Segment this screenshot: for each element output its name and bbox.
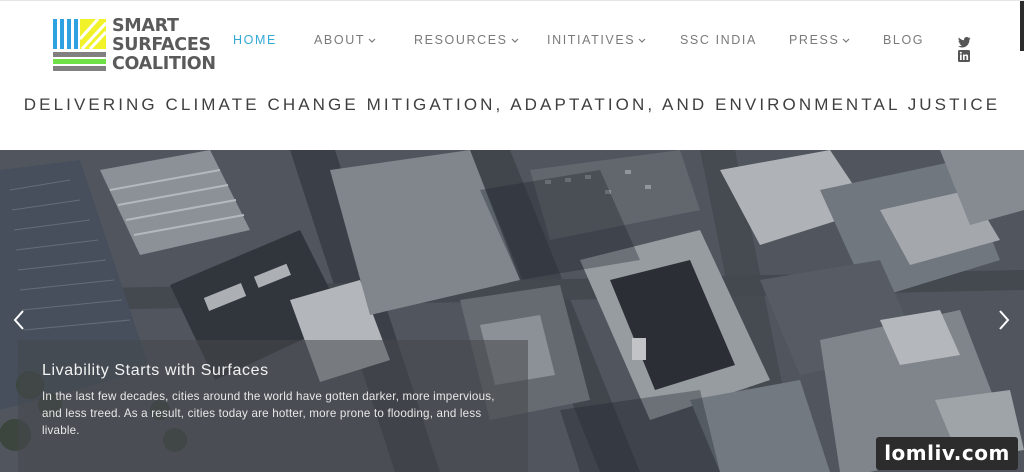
window-edge-strip (1020, 1, 1024, 51)
chevron-down-icon (638, 36, 646, 44)
hero-caption: Livability Starts with Surfaces In the l… (18, 340, 528, 472)
site-header: SMART SURFACES COALITION HOME ABOUT RESO… (0, 0, 1024, 150)
hero-caption-title: Livability Starts with Surfaces (42, 362, 269, 379)
nav-label-ssc-india: SSC INDIA (680, 33, 757, 47)
chevron-down-icon (511, 36, 519, 44)
logo-wordmark: SMART SURFACES COALITION (112, 17, 216, 74)
hero-slider: Livability Starts with Surfaces In the l… (0, 150, 1024, 472)
linkedin-icon[interactable] (958, 49, 971, 62)
hero-caption-body: In the last few decades, cities around t… (42, 390, 495, 437)
logo-line-2: SURFACES (112, 35, 211, 55)
nav-label-blog: BLOG (883, 33, 925, 47)
nav-label-initiatives: INITIATIVES (547, 33, 636, 47)
nav-item-initiatives[interactable]: INITIATIVES (547, 33, 646, 47)
social-links (958, 35, 974, 63)
logo-mark-icon (52, 17, 106, 75)
nav-item-about[interactable]: ABOUT (314, 33, 376, 47)
nav-label-home: HOME (233, 33, 277, 47)
site-tagline: DELIVERING CLIMATE CHANGE MITIGATION, AD… (23, 95, 1001, 114)
chevron-down-icon (368, 36, 376, 44)
nav-label-press: PRESS (789, 33, 840, 47)
nav-item-ssc-india[interactable]: SSC INDIA (680, 33, 757, 47)
nav-item-press[interactable]: PRESS (789, 33, 850, 47)
chevron-right-icon (999, 310, 1010, 330)
nav-label-resources: RESOURCES (414, 33, 508, 47)
watermark-badge: lomliv.com (876, 437, 1018, 470)
site-logo[interactable]: SMART SURFACES COALITION (52, 17, 227, 77)
chevron-left-icon (13, 310, 24, 330)
slider-prev-button[interactable] (11, 308, 27, 332)
logo-line-3: COALITION (112, 54, 216, 74)
chevron-down-icon (842, 36, 850, 44)
nav-item-blog[interactable]: BLOG (883, 33, 924, 47)
twitter-icon[interactable] (958, 35, 971, 48)
nav-item-home[interactable]: HOME (233, 33, 277, 47)
nav-label-about: ABOUT (314, 33, 366, 47)
logo-line-1: SMART (112, 16, 179, 36)
slider-next-button[interactable] (996, 308, 1012, 332)
nav-item-resources[interactable]: RESOURCES (414, 33, 519, 47)
